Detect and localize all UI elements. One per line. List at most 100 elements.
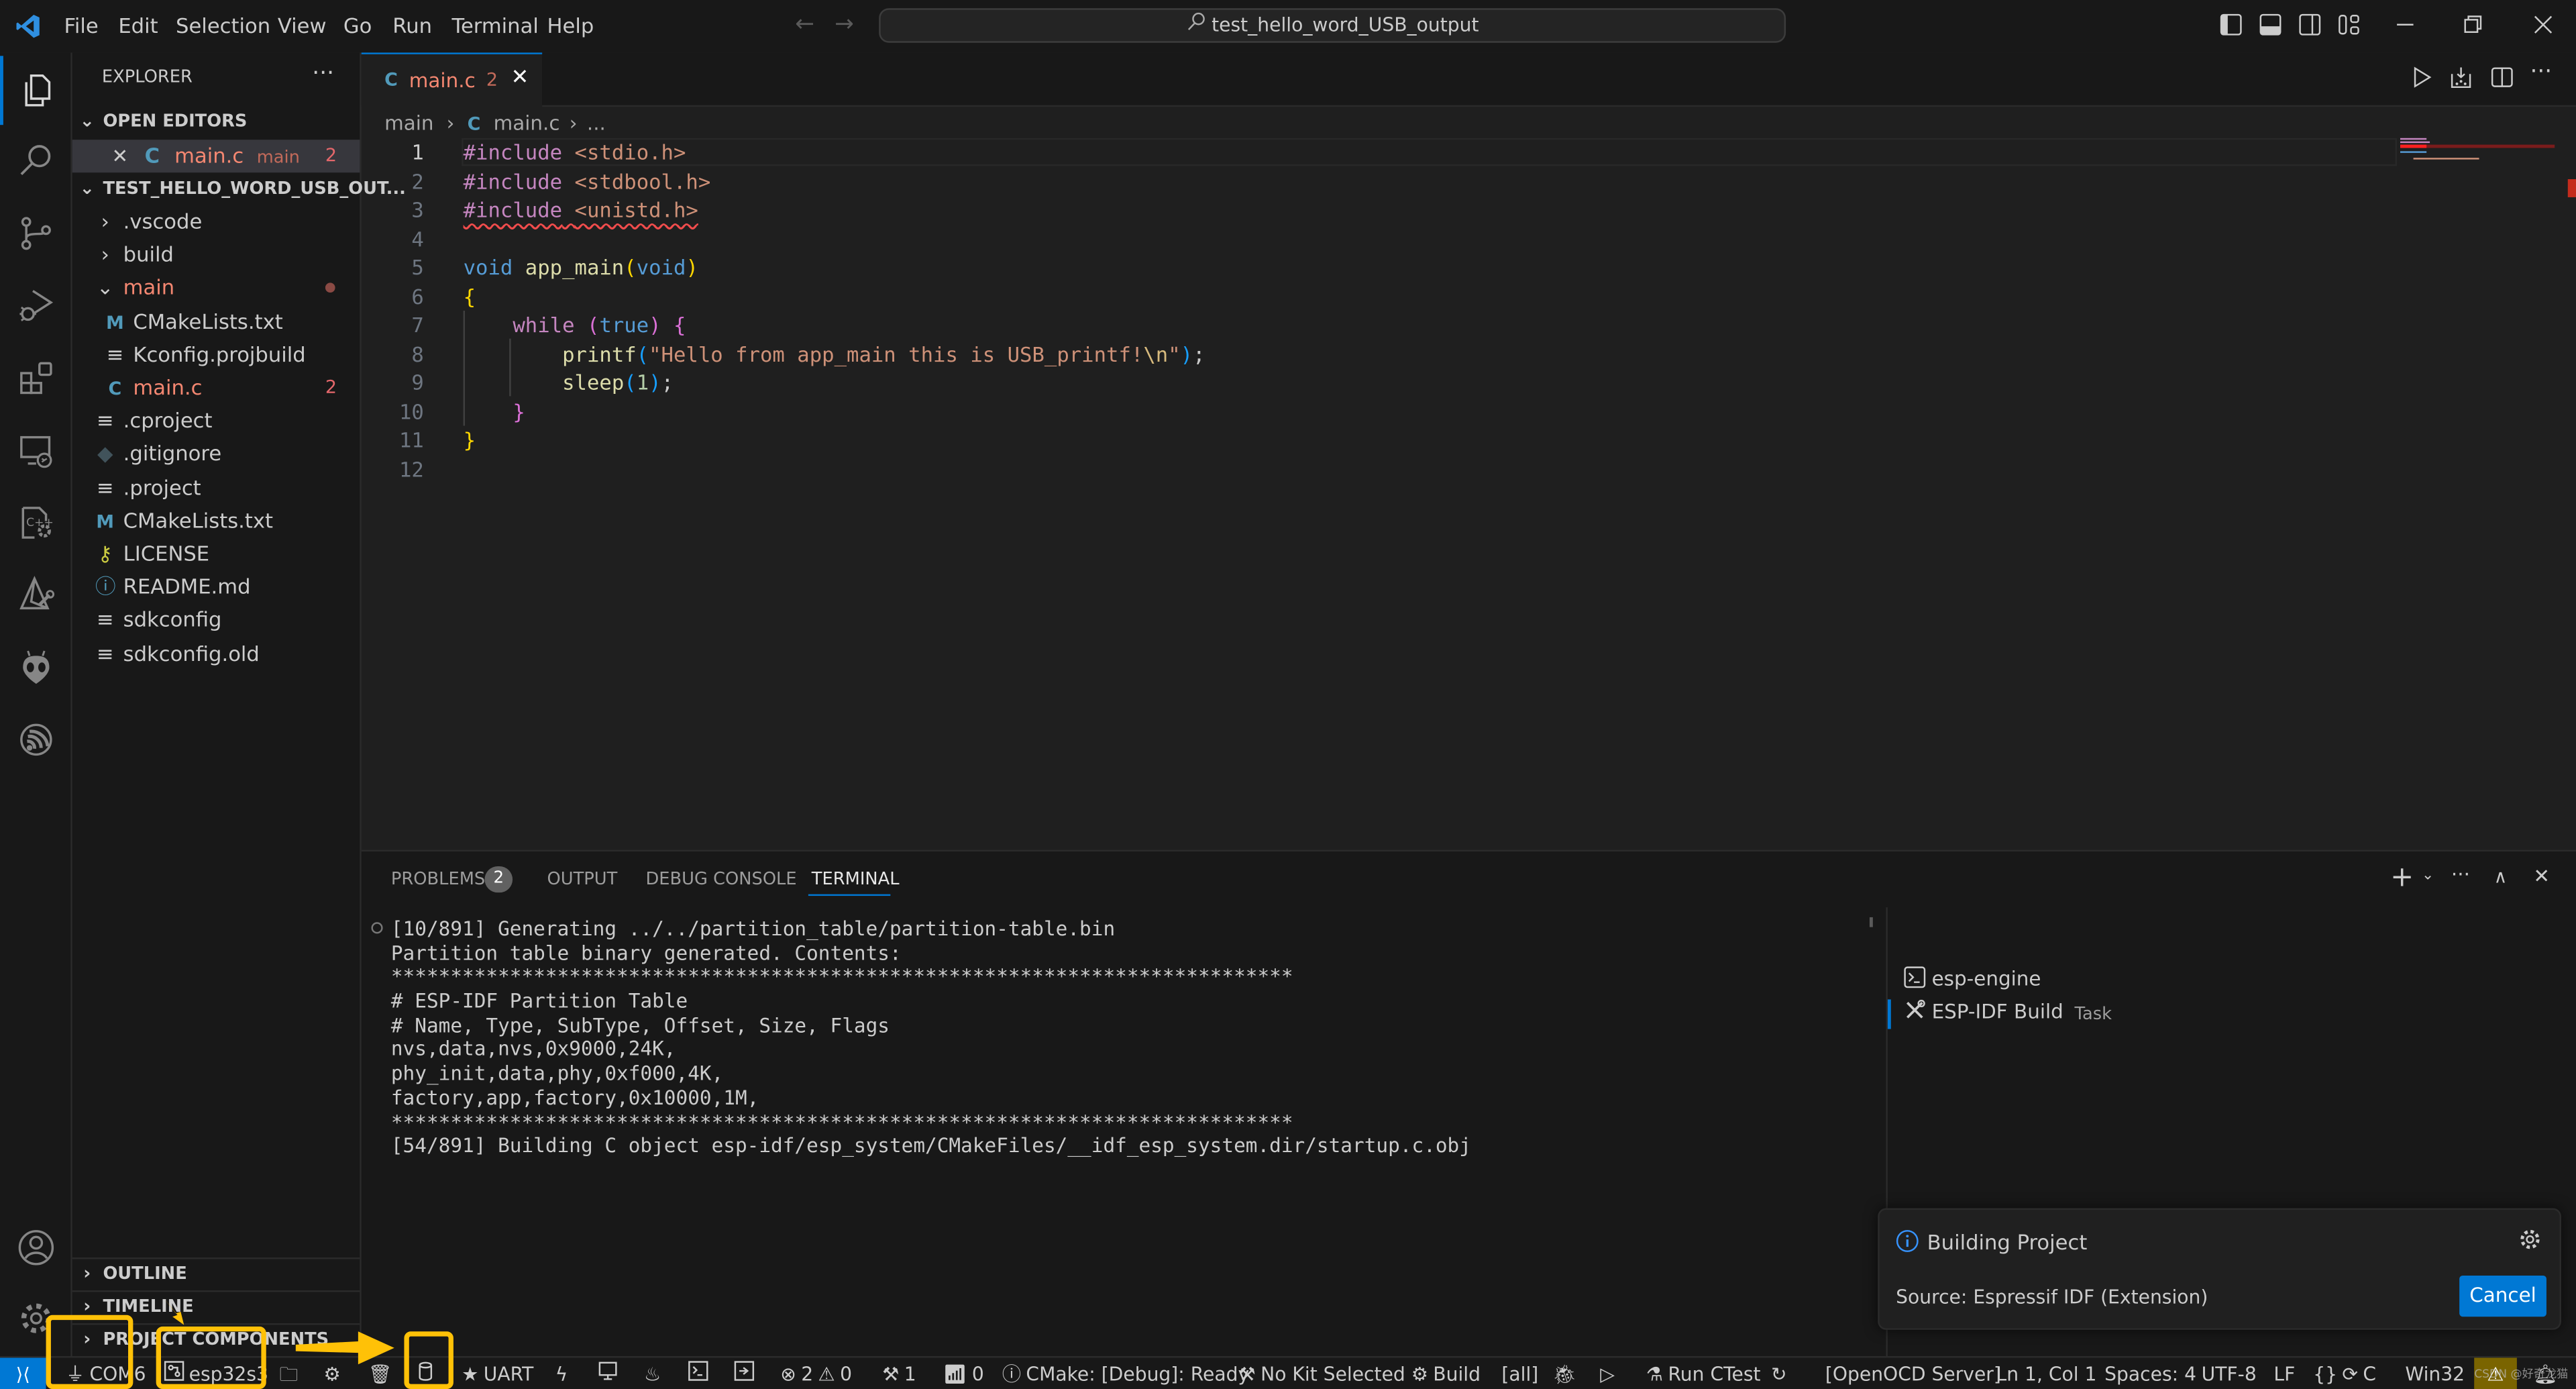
- split-editor-icon[interactable]: [2491, 66, 2514, 89]
- tree-item[interactable]: ≡ sdkconfig: [72, 604, 360, 637]
- outline-section[interactable]: › OUTLINE: [72, 1257, 360, 1290]
- tree-item[interactable]: ≡ Kconfig.projbuild: [72, 338, 360, 371]
- explorer-icon[interactable]: [0, 58, 70, 123]
- command-center-search[interactable]: test_hello_word_USB_output: [879, 8, 1786, 43]
- restore-window-icon[interactable]: [2461, 13, 2484, 36]
- menu-run[interactable]: Run: [392, 0, 432, 52]
- menu-terminal[interactable]: Terminal: [451, 0, 538, 52]
- eol-selector[interactable]: LF: [2273, 1357, 2295, 1389]
- platformio-icon[interactable]: [0, 635, 70, 701]
- espressif-icon[interactable]: [0, 707, 70, 772]
- customize-layout-icon[interactable]: [2338, 13, 2361, 36]
- close-window-icon[interactable]: [2532, 13, 2555, 36]
- more-actions-icon[interactable]: ···: [2530, 59, 2552, 85]
- project-folder-header[interactable]: ⌄ TEST_HELLO_WORD_USB_OUT...: [72, 172, 406, 205]
- tab-debug-console[interactable]: DEBUG CONSOLE: [645, 852, 796, 907]
- breadcrumb-symbol[interactable]: ...: [587, 112, 606, 135]
- more-actions-icon[interactable]: ···: [2451, 863, 2470, 886]
- tree-item[interactable]: ≡ .cproject: [72, 405, 360, 438]
- open-editors-header[interactable]: ⌄ OPEN EDITORS: [72, 105, 360, 138]
- menu-go[interactable]: Go: [343, 0, 372, 52]
- breadcrumb-folder[interactable]: main: [384, 112, 433, 135]
- accounts-icon[interactable]: [0, 1215, 70, 1280]
- cmake-build-button[interactable]: ⚙ Build: [1411, 1357, 1481, 1389]
- language-mode-selector[interactable]: {} ⟳ C: [2313, 1357, 2376, 1389]
- tab-problems[interactable]: PROBLEMS: [391, 852, 485, 907]
- run-ctest-button[interactable]: ⚗ Run CTest: [1646, 1357, 1761, 1389]
- open-editor-item[interactable]: ✕ C main.c main 2: [72, 140, 360, 173]
- terminal-scrollbar[interactable]: [1869, 917, 1873, 927]
- problems-status[interactable]: ⊗ 2 ⚠ 0: [780, 1357, 852, 1389]
- terminal-item-esp-engine[interactable]: esp-engine: [1904, 966, 2041, 992]
- tree-item[interactable]: M CMakeLists.txt: [72, 505, 360, 537]
- maximize-panel-icon[interactable]: ∧: [2494, 866, 2508, 888]
- flash-method-selector[interactable]: ★ UART: [462, 1357, 533, 1389]
- flash-device-icon[interactable]: [2449, 66, 2472, 89]
- notification-settings-gear-icon[interactable]: [2518, 1228, 2541, 1256]
- tree-item[interactable]: › build: [72, 239, 360, 272]
- tree-item[interactable]: ⚷ LICENSE: [72, 537, 360, 570]
- new-terminal-icon[interactable]: +: [2390, 862, 2414, 894]
- chevron-down-icon[interactable]: ⌄: [2422, 868, 2434, 884]
- menu-selection[interactable]: Selection: [176, 0, 270, 52]
- tab-main-c[interactable]: C main.c 2 ✕: [361, 52, 543, 107]
- tree-item[interactable]: ◆ .gitignore: [72, 438, 360, 471]
- close-icon[interactable]: ✕: [112, 145, 129, 168]
- menu-file[interactable]: File: [64, 0, 99, 52]
- cmake-tools-icon[interactable]: C++: [0, 490, 70, 556]
- more-actions-icon[interactable]: ···: [312, 61, 334, 87]
- build-flash-monitor-button[interactable]: ♨: [644, 1357, 661, 1389]
- close-tab-icon[interactable]: ✕: [511, 66, 529, 91]
- toggle-panel-icon[interactable]: [2259, 13, 2282, 36]
- minimap[interactable]: [2400, 138, 2555, 171]
- tree-item[interactable]: ⌄ main: [72, 272, 360, 305]
- cmake-status[interactable]: ⓘ CMake: [Debug]: Ready: [1002, 1357, 1249, 1389]
- toggle-secondary-sidebar-icon[interactable]: [2298, 13, 2321, 36]
- tree-item[interactable]: › .vscode: [72, 205, 360, 238]
- menu-help[interactable]: Help: [547, 0, 594, 52]
- terminal-output[interactable]: [10/891] Generating ../../partition_tabl…: [391, 917, 1471, 1159]
- notifications-button[interactable]: 🔔︎: [2533, 1357, 2557, 1389]
- code-editor[interactable]: 1 2 3 4 5 6 7 8 9 10 11 12 #include <stdio.h> #incl…: [362, 138, 2576, 845]
- back-arrow-icon[interactable]: ←: [795, 11, 814, 38]
- run-and-debug-icon[interactable]: [0, 273, 70, 339]
- open-esp-idf-terminal-button[interactable]: [688, 1357, 708, 1389]
- tree-item[interactable]: ≡ .project: [72, 471, 360, 504]
- tree-item[interactable]: M CMakeLists.txt: [72, 305, 360, 338]
- close-panel-icon[interactable]: ✕: [2533, 865, 2550, 888]
- espidf-explorer-icon[interactable]: [0, 562, 70, 628]
- terminal-item-esp-idf-build[interactable]: ESP-IDF Build Task: [1904, 999, 2112, 1025]
- debug-button[interactable]: 🐞︎: [1552, 1357, 1576, 1389]
- remote-explorer-icon[interactable]: [0, 417, 70, 483]
- cancel-button[interactable]: Cancel: [2459, 1275, 2546, 1317]
- indentation-selector[interactable]: Spaces: 4: [2104, 1357, 2196, 1389]
- tab-terminal[interactable]: TERMINAL: [812, 852, 900, 907]
- search-icon[interactable]: [0, 128, 70, 194]
- tree-item[interactable]: ⓘ README.md: [72, 571, 360, 604]
- openocd-server-button[interactable]: [OpenOCD Server]: [1825, 1357, 2001, 1389]
- tree-item[interactable]: Cmain.c 2: [72, 372, 360, 405]
- platform-selector[interactable]: Win32: [2405, 1357, 2465, 1389]
- encoding-selector[interactable]: UTF-8: [2202, 1357, 2257, 1389]
- menu-edit[interactable]: Edit: [118, 0, 158, 52]
- breadcrumb-file[interactable]: main.c: [494, 112, 560, 135]
- remote-indicator[interactable]: ⟩⟨: [0, 1357, 46, 1389]
- forward-arrow-icon[interactable]: →: [835, 11, 854, 38]
- cursor-position[interactable]: Ln 1, Col 1: [1996, 1357, 2097, 1389]
- build-target-selector[interactable]: [all]: [1501, 1357, 1538, 1389]
- launch-button[interactable]: ▷: [1600, 1357, 1615, 1389]
- source-control-icon[interactable]: [0, 201, 70, 266]
- monitor-button[interactable]: [598, 1357, 617, 1389]
- toggle-primary-sidebar-icon[interactable]: [2220, 13, 2243, 36]
- tree-item[interactable]: ≡ sdkconfig.old: [72, 637, 360, 670]
- menu-view[interactable]: View: [278, 0, 327, 52]
- kit-selector[interactable]: ⚒ No Kit Selected: [1239, 1357, 1405, 1389]
- minimize-window-icon[interactable]: [2394, 13, 2416, 36]
- run-code-icon[interactable]: [2410, 66, 2433, 89]
- refresh-button[interactable]: ↻: [1771, 1357, 1787, 1389]
- extensions-icon[interactable]: [0, 345, 70, 411]
- execute-custom-task-button[interactable]: [734, 1357, 755, 1389]
- tools-status[interactable]: ⚒ 1: [882, 1357, 916, 1389]
- flash-button[interactable]: ϟ: [555, 1357, 568, 1389]
- tab-output[interactable]: OUTPUT: [547, 852, 618, 907]
